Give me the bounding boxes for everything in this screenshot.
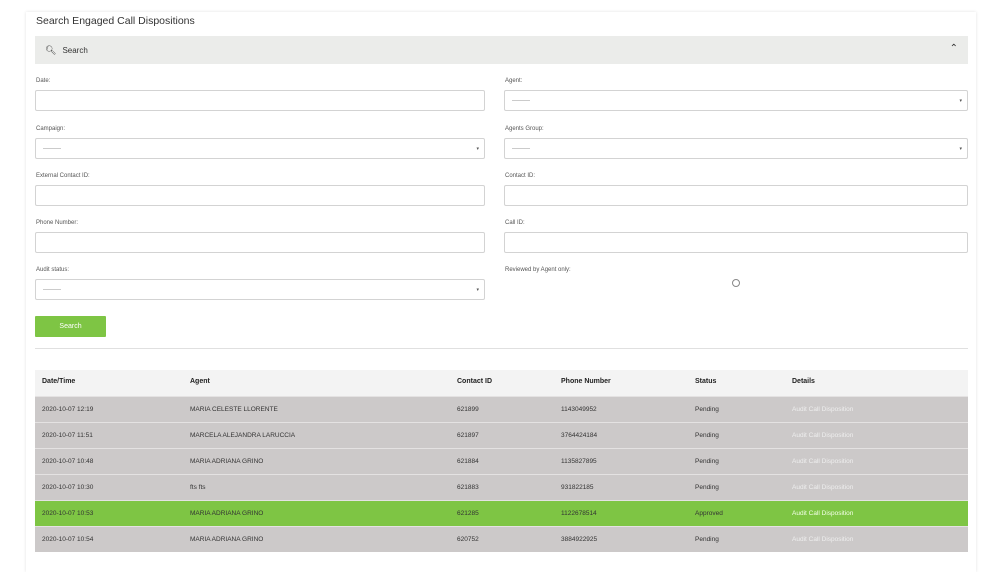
campaign-select[interactable]: --------- ▾ bbox=[35, 138, 485, 159]
table-row: 2020-10-07 10:30 fts fts 621883 93182218… bbox=[35, 474, 968, 500]
cell-agent: MARCELA ALEJANDRA LARUCCIA bbox=[190, 432, 296, 439]
contact-id-input[interactable] bbox=[504, 185, 968, 206]
cell-agent: MARIA ADRIANA GRINO bbox=[190, 458, 264, 465]
cell-datetime: 2020-10-07 10:30 bbox=[42, 484, 94, 491]
dropdown-arrow-icon: ▾ bbox=[476, 146, 479, 152]
audit-status-select[interactable]: --------- ▾ bbox=[35, 279, 485, 300]
cell-phone: 1135827895 bbox=[561, 458, 597, 465]
cell-phone: 3884922925 bbox=[561, 536, 598, 543]
cell-agent: MARIA CELESTE LLORENTE bbox=[190, 406, 278, 413]
search-button[interactable]: Search bbox=[35, 316, 106, 337]
cell-status: Pending bbox=[695, 536, 719, 543]
agents-group-select[interactable]: --------- ▾ bbox=[504, 138, 968, 159]
audit-call-disposition-link[interactable]: Audit Call Disposition bbox=[792, 458, 853, 465]
cell-status: Pending bbox=[695, 458, 719, 465]
external-contact-id-input[interactable] bbox=[35, 185, 485, 206]
column-header-agent[interactable]: Agent bbox=[190, 378, 210, 385]
reviewed-by-agent-checkbox[interactable] bbox=[732, 279, 740, 287]
cell-status: Pending bbox=[695, 406, 719, 413]
phone-number-input[interactable] bbox=[35, 232, 485, 253]
cell-datetime: 2020-10-07 12:19 bbox=[42, 406, 94, 413]
cell-datetime: 2020-10-07 10:53 bbox=[42, 510, 94, 517]
divider bbox=[35, 348, 968, 349]
date-input[interactable] bbox=[35, 90, 485, 111]
agents-group-select-value: --------- bbox=[512, 145, 530, 152]
column-header-contact-id[interactable]: Contact ID bbox=[457, 378, 492, 385]
campaign-label: Campaign: bbox=[36, 126, 66, 132]
cell-status: Approved bbox=[695, 510, 723, 517]
dropdown-arrow-icon: ▾ bbox=[959, 146, 962, 152]
external-contact-id-label: External Contact ID: bbox=[36, 173, 90, 179]
magnifier-icon: 🔍︎ bbox=[45, 44, 57, 55]
chevron-up-icon[interactable]: ⌃ bbox=[950, 43, 958, 54]
cell-agent: fts fts bbox=[190, 484, 206, 491]
call-id-label: Call ID: bbox=[505, 220, 525, 226]
audit-call-disposition-link[interactable]: Audit Call Disposition bbox=[792, 536, 853, 543]
column-header-status[interactable]: Status bbox=[695, 378, 716, 385]
dropdown-arrow-icon: ▾ bbox=[959, 98, 962, 104]
call-id-input[interactable] bbox=[504, 232, 968, 253]
column-header-phone-number[interactable]: Phone Number bbox=[561, 378, 611, 385]
cell-contact-id: 621899 bbox=[457, 406, 479, 413]
table-row: 2020-10-07 10:48 MARIA ADRIANA GRINO 621… bbox=[35, 448, 968, 474]
cell-datetime: 2020-10-07 10:48 bbox=[42, 458, 94, 465]
agent-select[interactable]: --------- ▾ bbox=[504, 90, 968, 111]
search-panel-title: Search bbox=[62, 45, 88, 55]
cell-status: Pending bbox=[695, 432, 719, 439]
results-table: Date/Time Agent Contact ID Phone Number … bbox=[35, 370, 968, 552]
agents-group-label: Agents Group: bbox=[505, 126, 544, 132]
cell-contact-id: 621285 bbox=[457, 510, 479, 517]
agent-label: Agent: bbox=[505, 78, 523, 84]
page-title: Search Engaged Call Dispositions bbox=[36, 15, 195, 27]
cell-contact-id: 621897 bbox=[457, 432, 479, 439]
cell-phone: 931822185 bbox=[561, 484, 594, 491]
column-header-details: Details bbox=[792, 378, 815, 385]
cell-contact-id: 621883 bbox=[457, 484, 479, 491]
cell-phone: 1143049952 bbox=[561, 406, 597, 413]
table-row: 2020-10-07 12:19 MARIA CELESTE LLORENTE … bbox=[35, 396, 968, 422]
cell-phone: 3764424184 bbox=[561, 432, 598, 439]
table-row: 2020-10-07 11:51 MARCELA ALEJANDRA LARUC… bbox=[35, 422, 968, 448]
reviewed-by-agent-label: Reviewed by Agent only: bbox=[505, 267, 571, 273]
table-row: 2020-10-07 10:53 MARIA ADRIANA GRINO 621… bbox=[35, 500, 968, 526]
dropdown-arrow-icon: ▾ bbox=[476, 287, 479, 293]
agent-select-value: --------- bbox=[512, 97, 530, 104]
audit-call-disposition-link[interactable]: Audit Call Disposition bbox=[792, 510, 853, 517]
phone-number-label: Phone Number: bbox=[36, 220, 79, 226]
column-header-datetime[interactable]: Date/Time bbox=[42, 378, 75, 385]
cell-datetime: 2020-10-07 10:54 bbox=[42, 536, 94, 543]
cell-status: Pending bbox=[695, 484, 719, 491]
cell-datetime: 2020-10-07 11:51 bbox=[42, 432, 93, 439]
contact-id-label: Contact ID: bbox=[505, 173, 536, 179]
cell-phone: 1122678514 bbox=[561, 510, 597, 517]
audit-status-label: Audit status: bbox=[36, 267, 70, 273]
cell-agent: MARIA ADRIANA GRINO bbox=[190, 510, 264, 517]
date-label: Date: bbox=[36, 78, 51, 84]
table-row: 2020-10-07 10:54 MARIA ADRIANA GRINO 620… bbox=[35, 526, 968, 552]
table-header-row: Date/Time Agent Contact ID Phone Number … bbox=[35, 370, 968, 396]
campaign-select-value: --------- bbox=[43, 145, 61, 152]
cell-contact-id: 620752 bbox=[457, 536, 479, 543]
audit-status-select-value: --------- bbox=[43, 286, 61, 293]
audit-call-disposition-link[interactable]: Audit Call Disposition bbox=[792, 406, 853, 413]
cell-agent: MARIA ADRIANA GRINO bbox=[190, 536, 264, 543]
audit-call-disposition-link[interactable]: Audit Call Disposition bbox=[792, 484, 853, 491]
search-panel-toggle[interactable]: 🔍︎ Search ⌃ bbox=[35, 36, 968, 64]
cell-contact-id: 621884 bbox=[457, 458, 479, 465]
audit-call-disposition-link[interactable]: Audit Call Disposition bbox=[792, 432, 853, 439]
